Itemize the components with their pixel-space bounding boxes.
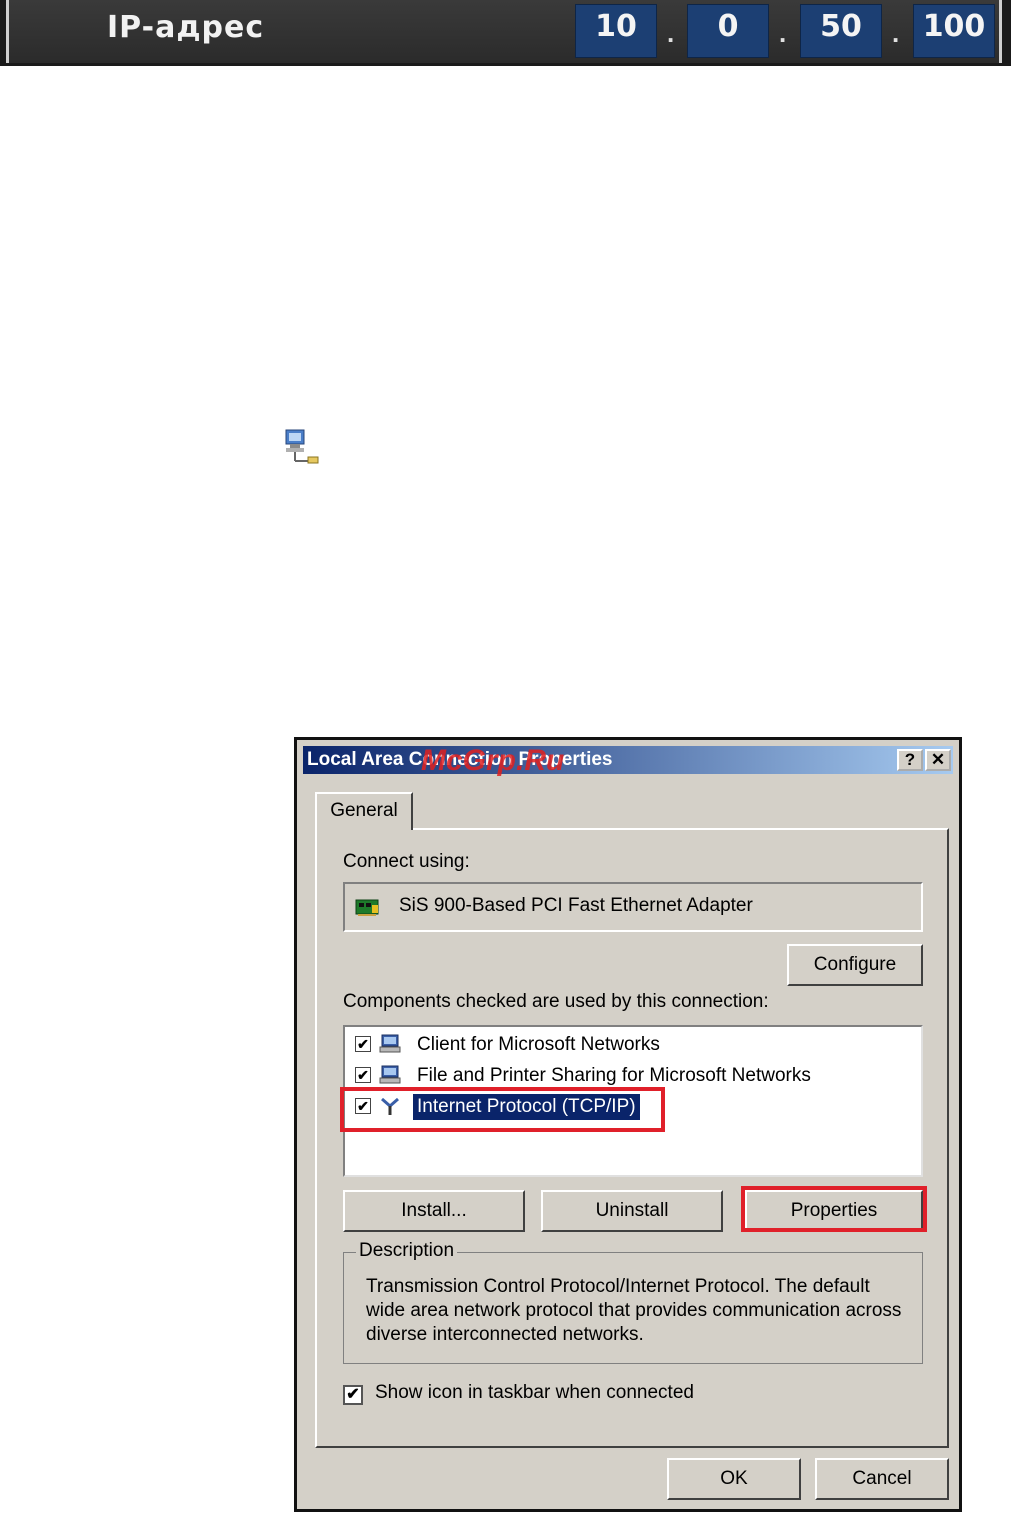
ip-address-panel: IP-адрес 10 . 0 . 50 . 100 <box>6 0 1002 63</box>
components-label: Components checked are used by this conn… <box>343 991 769 1012</box>
help-button[interactable]: ? <box>897 749 923 771</box>
ip-octet-4[interactable]: 100 <box>913 4 995 58</box>
description-title: Description <box>356 1240 458 1262</box>
adapter-name: SiS 900-Based PCI Fast Ethernet Adapter <box>399 895 753 916</box>
close-button[interactable]: ✕ <box>925 749 951 771</box>
ip-octet-3[interactable]: 50 <box>800 4 882 58</box>
tab-general[interactable]: General <box>315 792 413 830</box>
ip-address-label: IP-адрес <box>107 10 265 45</box>
component-label: Client for Microsoft Networks <box>417 1034 660 1055</box>
description-text: Transmission Control Protocol/Internet P… <box>366 1276 902 1345</box>
ip-octet-1[interactable]: 10 <box>575 4 657 58</box>
show-icon-checkbox[interactable]: ✔ <box>343 1385 363 1405</box>
highlight-frame <box>741 1186 927 1232</box>
ip-octet-2[interactable]: 0 <box>687 4 769 58</box>
ip-address-bar: IP-адрес 10 . 0 . 50 . 100 <box>0 0 1011 66</box>
show-icon-label: Show icon in taskbar when connected <box>375 1382 694 1403</box>
highlight-frame <box>340 1087 665 1132</box>
watermark: McGrp.Ru <box>421 744 565 777</box>
component-checkbox[interactable]: ✔ <box>355 1067 371 1083</box>
uninstall-button[interactable]: Uninstall <box>541 1190 723 1232</box>
install-button[interactable]: Install... <box>343 1190 525 1232</box>
configure-button[interactable]: Configure <box>787 944 923 986</box>
title-bar[interactable]: Local Area Connection Properties McGrp.R… <box>303 744 953 777</box>
connect-using-label: Connect using: <box>343 851 470 872</box>
description-group: Description Transmission Control Protoco… <box>343 1240 923 1364</box>
ip-separator: . <box>779 18 787 48</box>
ip-separator: . <box>667 18 675 48</box>
component-checkbox[interactable]: ✔ <box>355 1036 371 1052</box>
component-label: File and Printer Sharing for Microsoft N… <box>417 1065 811 1086</box>
local-area-connection-properties-dialog: Local Area Connection Properties McGrp.R… <box>294 737 962 1512</box>
cancel-button[interactable]: Cancel <box>815 1458 949 1500</box>
network-adapter-icon <box>355 899 379 916</box>
adapter-field: SiS 900-Based PCI Fast Ethernet Adapter <box>343 882 923 932</box>
ip-separator: . <box>892 18 900 48</box>
file-printer-sharing-icon <box>379 1065 401 1084</box>
network-connection-icon[interactable] <box>282 428 322 468</box>
ok-button[interactable]: OK <box>667 1458 801 1500</box>
network-client-icon <box>379 1034 401 1053</box>
